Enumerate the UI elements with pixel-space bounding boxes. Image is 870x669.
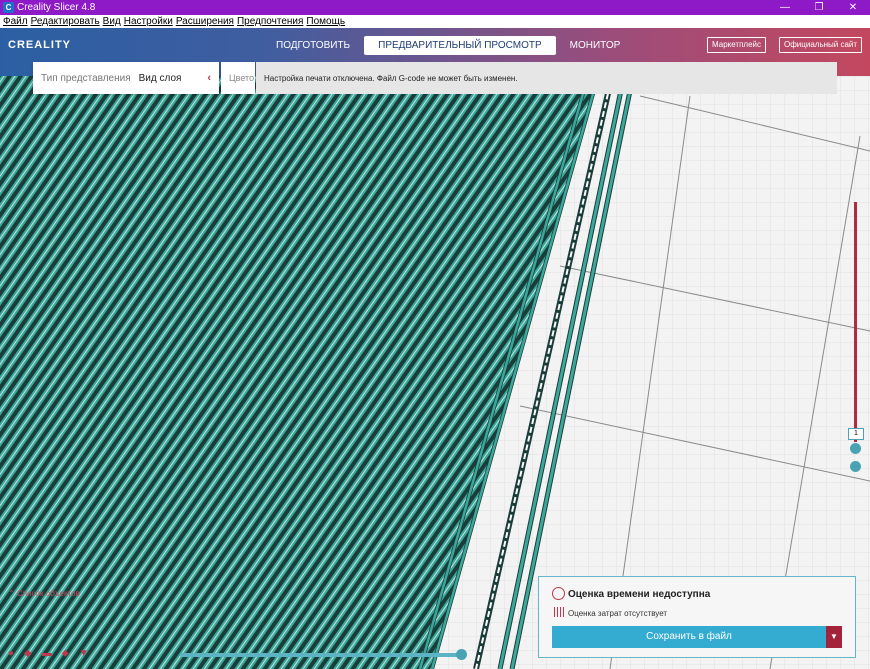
tab-prepare[interactable]: ПОДГОТОВИТЬ xyxy=(262,36,364,55)
menu-help[interactable]: Помощь xyxy=(306,16,345,27)
object-list-label: Список объектов xyxy=(16,589,80,598)
support-icon[interactable]: ▼ xyxy=(79,648,89,659)
chevron-down-icon[interactable]: ▼ xyxy=(826,626,842,648)
layer-slider-lower-handle[interactable] xyxy=(850,461,861,472)
color-scheme-panel[interactable]: Цвето xyxy=(221,62,255,94)
print-output-panel: Оценка времени недоступна Оценка затрат … xyxy=(538,576,856,658)
menu-file[interactable]: Файл xyxy=(3,16,28,27)
scale-icon[interactable]: ▬ xyxy=(42,648,52,659)
title-bar: C Creality Slicer 4.8 — ❐ ✕ xyxy=(0,0,870,15)
app-icon: C xyxy=(3,2,14,13)
menu-settings[interactable]: Настройки xyxy=(124,16,173,27)
view-type-value[interactable]: Вид слоя xyxy=(139,73,182,84)
layer-number-label[interactable]: 1 xyxy=(848,428,864,440)
layer-slider-upper-handle[interactable] xyxy=(850,443,861,454)
website-button[interactable]: Официальный сайт xyxy=(779,37,863,53)
tool-bar: ● ◆ ▬ ⬥ ▼ xyxy=(8,648,89,659)
save-to-file-button[interactable]: Сохранить в файл xyxy=(552,626,826,648)
path-slider-track[interactable] xyxy=(180,653,465,657)
path-slider-handle[interactable] xyxy=(456,649,467,660)
view-type-label: Тип представления xyxy=(41,72,131,84)
object-list-toggle[interactable]: ⌃ Список объектов xyxy=(8,589,80,598)
chevron-left-icon[interactable]: ‹ xyxy=(207,72,211,84)
time-estimate-title: Оценка времени недоступна xyxy=(568,589,711,600)
tab-monitor[interactable]: МОНИТОР xyxy=(556,36,635,55)
cost-icon xyxy=(554,607,564,617)
clock-icon xyxy=(552,587,565,600)
mirror-icon[interactable]: ⬥ xyxy=(62,648,69,659)
play-icon[interactable]: ● xyxy=(8,648,14,659)
marketplace-button[interactable]: Маркетплейс xyxy=(707,37,767,53)
menu-extensions[interactable]: Расширения xyxy=(176,16,234,27)
layer-slider-track[interactable] xyxy=(854,202,857,442)
tab-preview[interactable]: ПРЕДВАРИТЕЛЬНЫЙ ПРОСМОТР xyxy=(364,36,556,55)
window-title: Creality Slicer 4.8 xyxy=(17,2,96,13)
creality-logo: CREALITY xyxy=(8,39,71,51)
gcode-notice: Настройка печати отключена. Файл G-code … xyxy=(256,62,837,94)
rotate-icon[interactable]: ◆ xyxy=(24,648,32,659)
view-type-panel[interactable]: Тип представления Вид слоя ‹ xyxy=(33,62,219,94)
menu-preferences[interactable]: Предпочтения xyxy=(237,16,303,27)
close-button[interactable]: ✕ xyxy=(836,0,870,15)
menu-bar: Файл Редактировать Вид Настройки Расшире… xyxy=(0,15,870,28)
minimize-button[interactable]: — xyxy=(768,0,802,15)
menu-edit[interactable]: Редактировать xyxy=(31,16,100,27)
maximize-button[interactable]: ❐ xyxy=(802,0,836,15)
chevron-up-icon: ⌃ xyxy=(8,589,17,598)
menu-view[interactable]: Вид xyxy=(103,16,121,27)
cost-estimate-text: Оценка затрат отсутствует xyxy=(568,609,668,618)
